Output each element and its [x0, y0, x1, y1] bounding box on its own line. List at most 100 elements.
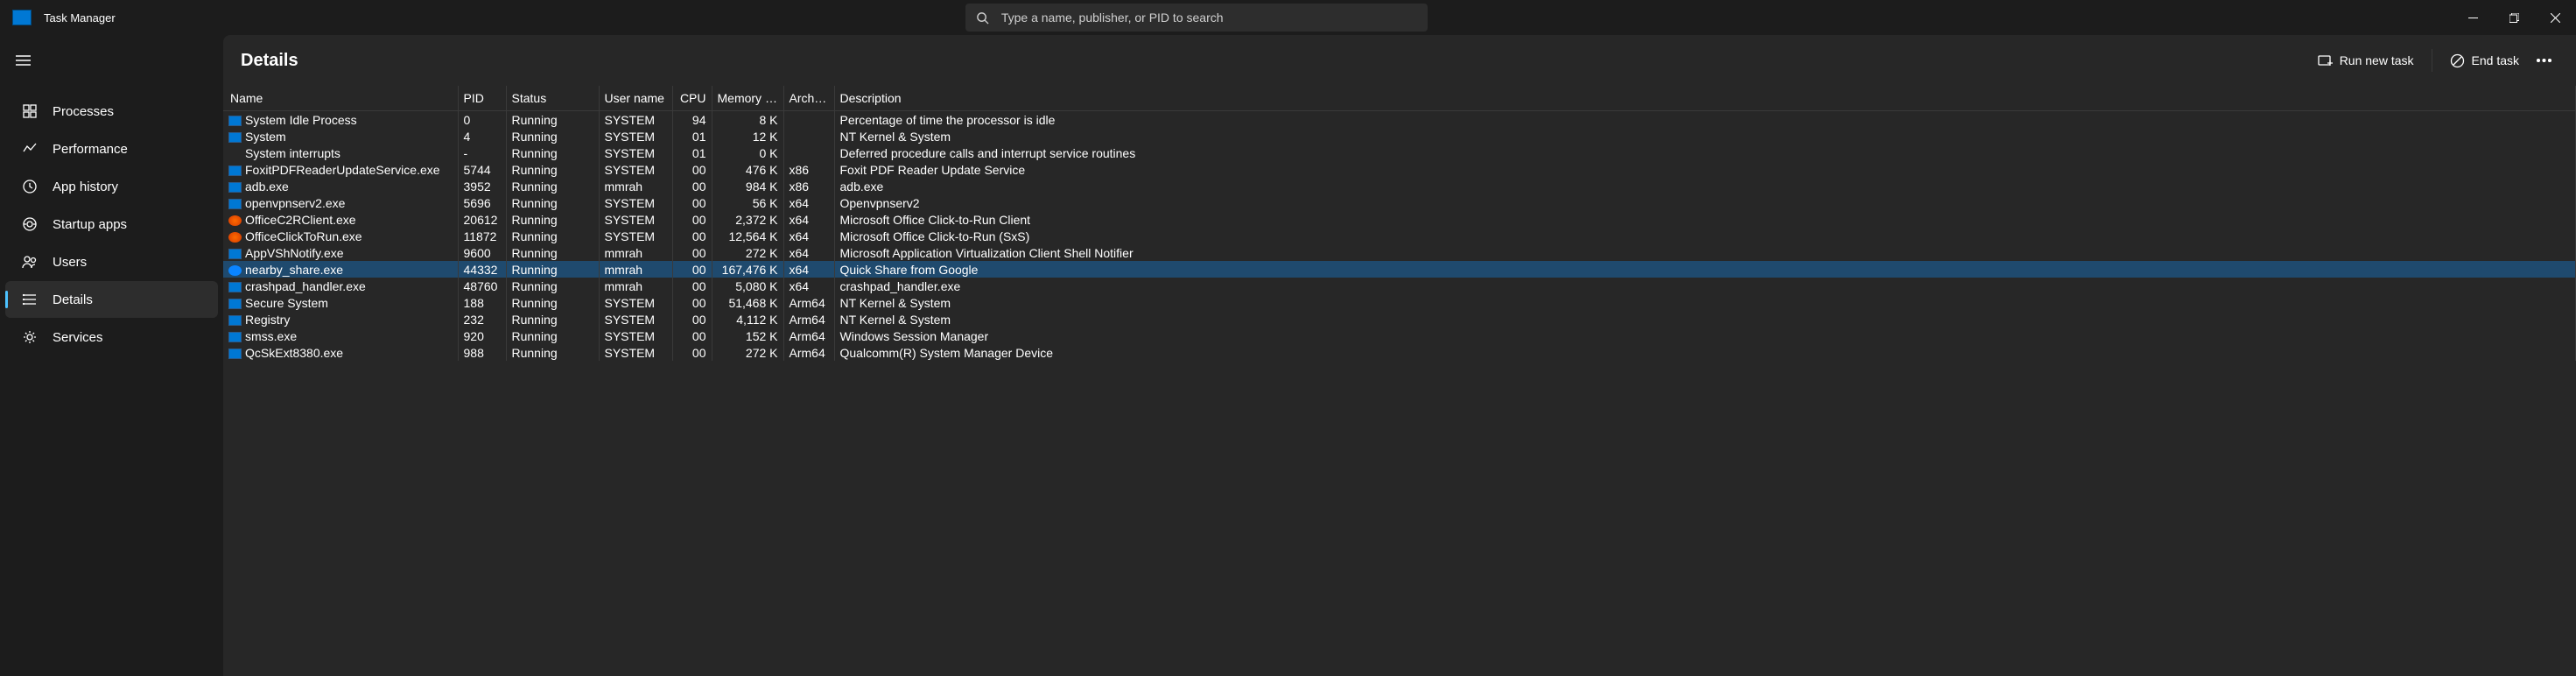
col-header-pid[interactable]: PID: [458, 86, 506, 111]
run-new-task-button[interactable]: Run new task: [2307, 47, 2425, 74]
table-row[interactable]: System interrupts-RunningSYSTEM010 KDefe…: [223, 144, 2576, 161]
cell-arch: x64: [783, 228, 834, 244]
cell-status: Running: [506, 161, 599, 178]
cell-pid: -: [458, 144, 506, 161]
cell-cpu: 00: [672, 161, 712, 178]
cell-pid: 5744: [458, 161, 506, 178]
cell-status: Running: [506, 211, 599, 228]
process-icon: [228, 282, 242, 292]
more-icon: [2537, 59, 2551, 62]
run-new-task-label: Run new task: [2340, 53, 2414, 67]
cell-arch: x64: [783, 194, 834, 211]
sidebar-item-details[interactable]: Details: [5, 281, 218, 318]
app-title: Task Manager: [44, 11, 116, 25]
cell-name: QcSkExt8380.exe: [223, 344, 458, 361]
cell-name: OfficeC2RClient.exe: [223, 211, 458, 228]
col-header-arch[interactable]: Architec...⌄: [783, 86, 834, 111]
cell-arch: x64: [783, 278, 834, 294]
sidebar-item-processes[interactable]: Processes: [5, 93, 218, 130]
sidebar-item-startup-apps[interactable]: Startup apps: [5, 206, 218, 243]
sidebar-item-label: Users: [53, 255, 87, 270]
cell-cpu: 00: [672, 294, 712, 311]
process-icon: [228, 332, 242, 342]
details-table: Name PID Status User name CPU Memory (ac…: [223, 86, 2576, 361]
close-button[interactable]: [2535, 0, 2576, 35]
cell-arch: x64: [783, 211, 834, 228]
table-row[interactable]: System Idle Process0RunningSYSTEM948 KPe…: [223, 111, 2576, 129]
details-table-wrap[interactable]: Name PID Status User name CPU Memory (ac…: [223, 86, 2576, 676]
table-row[interactable]: FoxitPDFReaderUpdateService.exe5744Runni…: [223, 161, 2576, 178]
table-row[interactable]: System4RunningSYSTEM0112 KNT Kernel & Sy…: [223, 128, 2576, 144]
col-header-user[interactable]: User name: [599, 86, 672, 111]
cell-cpu: 00: [672, 327, 712, 344]
process-icon: [228, 182, 242, 193]
details-icon: [21, 291, 39, 308]
table-header-row: Name PID Status User name CPU Memory (ac…: [223, 86, 2576, 111]
table-row[interactable]: nearby_share.exe44332Runningmmrah00167,4…: [223, 261, 2576, 278]
cell-arch: [783, 111, 834, 129]
sidebar-item-label: Startup apps: [53, 217, 127, 232]
col-header-cpu[interactable]: CPU: [672, 86, 712, 111]
search-input[interactable]: [1001, 11, 1417, 25]
sidebar-item-services[interactable]: Services: [5, 319, 218, 356]
cell-pid: 920: [458, 327, 506, 344]
cell-pid: 3952: [458, 178, 506, 194]
table-row[interactable]: smss.exe920RunningSYSTEM00152 KArm64Wind…: [223, 327, 2576, 344]
table-row[interactable]: openvpnserv2.exe5696RunningSYSTEM0056 Kx…: [223, 194, 2576, 211]
cell-arch: x64: [783, 261, 834, 278]
cell-name: System interrupts: [223, 144, 458, 161]
cell-memory: 5,080 K: [712, 278, 783, 294]
sidebar-item-label: Details: [53, 292, 93, 307]
cell-cpu: 00: [672, 211, 712, 228]
cell-memory: 272 K: [712, 244, 783, 261]
sidebar-item-users[interactable]: Users: [5, 243, 218, 280]
sidebar-item-performance[interactable]: Performance: [5, 130, 218, 167]
table-row[interactable]: Secure System188RunningSYSTEM0051,468 KA…: [223, 294, 2576, 311]
cell-cpu: 01: [672, 144, 712, 161]
table-row[interactable]: QcSkExt8380.exe988RunningSYSTEM00272 KAr…: [223, 344, 2576, 361]
search-box[interactable]: [965, 4, 1428, 32]
more-options-button[interactable]: [2530, 53, 2558, 68]
cell-user: SYSTEM: [599, 128, 672, 144]
cell-arch: Arm64: [783, 311, 834, 327]
end-task-button[interactable]: End task: [2439, 47, 2530, 74]
table-row[interactable]: Registry232RunningSYSTEM004,112 KArm64NT…: [223, 311, 2576, 327]
sidebar-item-app-history[interactable]: App history: [5, 168, 218, 205]
cell-name: Secure System: [223, 294, 458, 311]
end-task-icon: [2450, 53, 2465, 68]
col-header-name[interactable]: Name: [223, 86, 458, 111]
content-panel: Details Run new task End task: [223, 35, 2576, 676]
cell-memory: 984 K: [712, 178, 783, 194]
table-row[interactable]: crashpad_handler.exe48760Runningmmrah005…: [223, 278, 2576, 294]
col-header-status[interactable]: Status: [506, 86, 599, 111]
cell-arch: x86: [783, 161, 834, 178]
maximize-button[interactable]: [2494, 0, 2535, 35]
table-row[interactable]: AppVShNotify.exe9600Runningmmrah00272 Kx…: [223, 244, 2576, 261]
cell-pid: 988: [458, 344, 506, 361]
process-icon: [228, 315, 242, 326]
cell-cpu: 00: [672, 261, 712, 278]
cell-cpu: 00: [672, 194, 712, 211]
table-row[interactable]: OfficeClickToRun.exe11872RunningSYSTEM00…: [223, 228, 2576, 244]
hamburger-button[interactable]: [0, 44, 223, 77]
sidebar-item-label: Processes: [53, 104, 114, 119]
cell-cpu: 00: [672, 278, 712, 294]
sidebar: Processes Performance App history Startu…: [0, 35, 223, 676]
cell-user: SYSTEM: [599, 111, 672, 129]
cell-arch: [783, 144, 834, 161]
process-icon: [228, 299, 242, 309]
cell-pid: 232: [458, 311, 506, 327]
table-row[interactable]: OfficeC2RClient.exe20612RunningSYSTEM002…: [223, 211, 2576, 228]
col-header-desc[interactable]: Description: [834, 86, 2576, 111]
cell-cpu: 94: [672, 111, 712, 129]
cell-memory: 476 K: [712, 161, 783, 178]
cell-desc: Foxit PDF Reader Update Service: [834, 161, 2576, 178]
cell-cpu: 00: [672, 311, 712, 327]
table-row[interactable]: adb.exe3952Runningmmrah00984 Kx86adb.exe: [223, 178, 2576, 194]
cell-pid: 11872: [458, 228, 506, 244]
cell-user: mmrah: [599, 178, 672, 194]
col-header-memory[interactable]: Memory (ac...: [712, 86, 783, 111]
minimize-button[interactable]: [2453, 0, 2494, 35]
cell-memory: 56 K: [712, 194, 783, 211]
cell-desc: Qualcomm(R) System Manager Device: [834, 344, 2576, 361]
